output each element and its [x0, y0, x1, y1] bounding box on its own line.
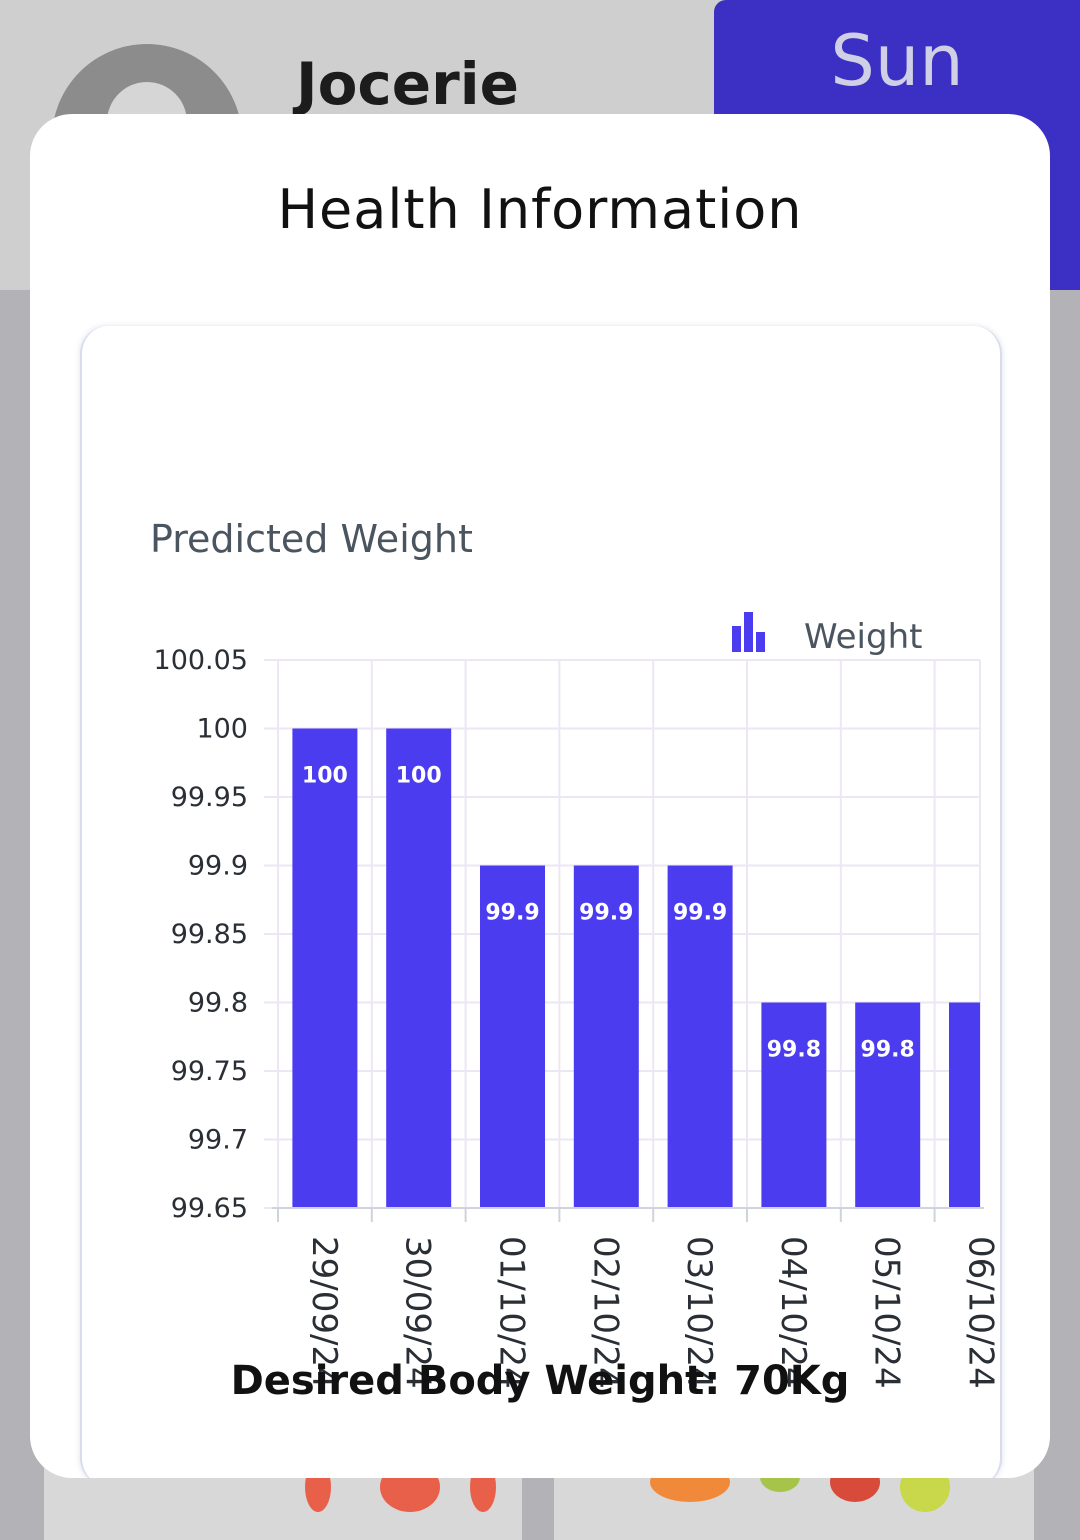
day-tab-label: Sun — [830, 20, 964, 102]
bar-data-label: 99.9 — [579, 901, 633, 926]
y-tick-label: 99.65 — [171, 1193, 248, 1224]
y-tick-label: 99.7 — [188, 1125, 248, 1156]
legend-label-weight: Weight — [804, 617, 922, 657]
bar-data-label: 99.9 — [673, 901, 727, 926]
bar-data-label: 99.8 — [861, 1038, 915, 1063]
y-tick-label: 99.85 — [171, 919, 248, 950]
bar[interactable] — [855, 1002, 921, 1209]
chart-bars: 100 100 99.9 99.9 99.9 99.8 99.8 — [292, 728, 980, 1209]
modal-title: Health Information — [277, 178, 803, 241]
bar[interactable] — [292, 728, 358, 1209]
bar-chart-icon — [732, 612, 765, 652]
y-axis: 100.05 100 99.95 99.9 99.85 99.8 99.75 99.7 99.6… — [154, 645, 248, 1224]
user-name: Jocerie — [296, 50, 519, 118]
y-tick-label: 99.75 — [171, 1056, 248, 1087]
y-tick-label: 99.9 — [188, 851, 248, 882]
bar[interactable] — [386, 728, 452, 1209]
health-info-modal: Health Information Predicted Weight Weig… — [30, 114, 1050, 1478]
bar[interactable] — [949, 1002, 980, 1209]
bar-data-label: 99.9 — [485, 901, 539, 926]
bar[interactable] — [761, 1002, 827, 1209]
y-tick-label: 99.8 — [188, 988, 248, 1019]
chart-legend[interactable]: Weight — [732, 612, 922, 657]
bar-data-label: 99.8 — [767, 1038, 821, 1063]
chart-title: Predicted Weight — [150, 517, 473, 561]
bar-data-label: 100 — [396, 764, 442, 789]
y-tick-label: 100 — [196, 714, 248, 745]
y-tick-label: 100.05 — [154, 645, 248, 676]
predicted-weight-chart: Predicted Weight Weight 100.05 100 99.95 99… — [150, 517, 1000, 1389]
bar-data-label: 100 — [302, 764, 348, 789]
y-tick-label: 99.95 — [171, 782, 248, 813]
predicted-weight-chart-card: Predicted Weight Weight 100.05 100 99.95 99… — [80, 326, 1002, 1478]
desired-body-weight: Desired Body Weight: 70Kg — [230, 1358, 850, 1404]
